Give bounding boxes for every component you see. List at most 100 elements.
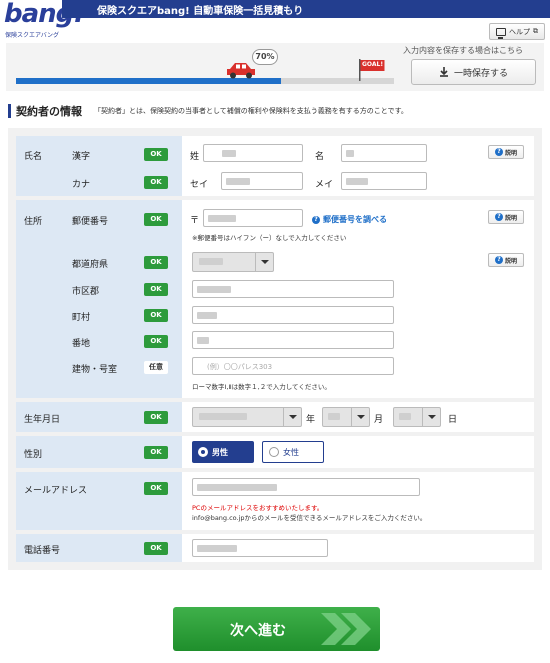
ok-badge: OK — [144, 256, 168, 269]
phone-input[interactable] — [192, 539, 328, 557]
address-label: 住所 — [24, 217, 43, 227]
chevron-down-icon — [422, 408, 440, 426]
banchi-label: 番地 — [72, 339, 91, 349]
progress-bar — [16, 78, 394, 84]
save-hint: 入力内容を保存する場合はこちら — [403, 46, 523, 55]
header: bang! 保険スクエアバング 保険スクエアbang! 自動車保険一括見積もり … — [0, 0, 550, 42]
goal-flag-icon: GOAL! — [358, 57, 386, 81]
prefecture-label: 都道府県 — [72, 260, 109, 270]
ok-badge: OK — [144, 542, 168, 555]
building-placeholder: (例）〇〇パレス303 — [207, 363, 273, 371]
email-row: メールアドレス OK PCのメールアドレスをおすすめいたします。 info@ba… — [16, 472, 534, 530]
month-label: 月 — [374, 415, 384, 425]
address-row: 住所 郵便番号 OK 〒 ? 郵便番号を調べる ※郵便番号はハイフン（ー）なしで… — [16, 200, 534, 398]
ok-badge: OK — [144, 482, 168, 495]
prefecture-explain-button[interactable]: ? 説明 — [488, 253, 524, 267]
postal-lookup-label: 郵便番号を調べる — [323, 215, 387, 224]
birth-era-select[interactable] — [192, 407, 302, 427]
gender-male-radio[interactable]: 男性 — [192, 441, 254, 463]
ok-badge: OK — [144, 335, 168, 348]
section-title: 契約者の情報 — [16, 105, 82, 118]
email-input[interactable] — [192, 478, 420, 496]
car-icon — [227, 63, 255, 79]
logo-subtext: 保険スクエアバング — [5, 32, 60, 39]
mei-kanji-input[interactable] — [341, 144, 427, 162]
chevron-down-icon — [283, 408, 301, 426]
town-input[interactable] — [192, 306, 394, 324]
address-explain-button[interactable]: ? 説明 — [488, 210, 524, 224]
birth-row: 生年月日 OK 年 月 日 — [16, 402, 534, 432]
kanji-label: 漢字 — [72, 152, 91, 162]
explain-label: 説明 — [504, 149, 517, 157]
chevron-down-icon — [255, 253, 273, 271]
ok-badge: OK — [144, 213, 168, 226]
banchi-input[interactable] — [192, 331, 394, 349]
kana-label: カナ — [72, 180, 91, 190]
ok-badge: OK — [144, 176, 168, 189]
female-label: 女性 — [283, 447, 299, 457]
sei-kana-input[interactable] — [221, 172, 303, 190]
goal-label: GOAL! — [362, 61, 384, 68]
city-input[interactable] — [192, 280, 394, 298]
day-label: 日 — [448, 415, 458, 425]
postal-note: ※郵便番号はハイフン（ー）なしで入力してください — [192, 234, 347, 242]
name-explain-button[interactable]: ? 説明 — [488, 145, 524, 159]
mei-kanji-label: 名 — [315, 152, 325, 162]
radio-unselected-icon — [269, 447, 279, 457]
temp-save-label: 一時保存する — [453, 68, 508, 79]
birth-month-select[interactable] — [322, 407, 370, 427]
email-note-receive: info@bang.co.jpからのメールを受信できるメールアドレスをご入力くだ… — [192, 514, 427, 522]
birth-day-select[interactable] — [393, 407, 441, 427]
radio-selected-icon — [198, 447, 208, 457]
ok-badge: OK — [144, 446, 168, 459]
phone-row: 電話番号 OK — [16, 534, 534, 562]
ok-badge: OK — [144, 309, 168, 322]
logo[interactable]: bang! 保険スクエアバング — [4, 0, 85, 39]
contractor-form: 氏名 漢字 OK カナ OK 姓 名 セイ メイ ? 説明 住所 郵便番号 OK… — [8, 128, 542, 570]
building-label: 建物・号室 — [72, 365, 118, 375]
question-icon: ? — [494, 148, 503, 156]
external-link-icon: ⧉ — [533, 27, 538, 35]
postal-mark: 〒 — [190, 216, 200, 226]
building-input[interactable]: (例）〇〇パレス303 — [192, 357, 394, 375]
year-label: 年 — [306, 415, 316, 425]
prefecture-select[interactable] — [192, 252, 274, 272]
postal-label: 郵便番号 — [72, 217, 109, 227]
double-chevron-right-icon — [321, 613, 371, 645]
section-header: 契約者の情報 「契約者」とは、保険契約の当事者として補償の権利や保険料を支払う義… — [8, 103, 548, 119]
name-row: 氏名 漢字 OK カナ OK 姓 名 セイ メイ ? 説明 — [16, 136, 534, 196]
phone-label: 電話番号 — [24, 546, 61, 556]
building-note: ローマ数字Ⅰ,Ⅱは数字１,２で入力してください。 — [192, 383, 331, 391]
chevron-down-icon — [351, 408, 369, 426]
postal-lookup-link[interactable]: ? 郵便番号を調べる — [312, 214, 387, 225]
postal-input[interactable] — [203, 209, 303, 227]
male-label: 男性 — [212, 447, 228, 457]
city-label: 市区郡 — [72, 287, 100, 297]
help-label: ヘルプ — [509, 27, 530, 36]
mei-kana-label: メイ — [315, 180, 334, 190]
gender-row: 性別 OK 男性 女性 — [16, 436, 534, 468]
name-label: 氏名 — [24, 152, 43, 162]
email-label: メールアドレス — [24, 486, 88, 496]
next-button[interactable]: 次へ進む — [173, 607, 380, 651]
ok-badge: OK — [144, 283, 168, 296]
question-icon: ? — [312, 215, 320, 224]
mei-kana-input[interactable] — [341, 172, 427, 190]
ok-badge: OK — [144, 411, 168, 424]
temp-save-button[interactable]: 一時保存する — [411, 59, 536, 85]
help-button[interactable]: ヘルプ ⧉ — [489, 23, 545, 40]
download-icon — [439, 67, 448, 77]
progress-area: 70% GOAL! 入力内容を保存する場合はこちら 一時保存する — [6, 43, 544, 91]
optional-badge: 任意 — [144, 361, 168, 374]
explain-label: 説明 — [504, 257, 517, 265]
gender-label: 性別 — [24, 450, 43, 460]
header-bar: 保険スクエアbang! 自動車保険一括見積もり — [62, 0, 550, 18]
monitor-icon — [496, 27, 506, 39]
email-note-recommend: PCのメールアドレスをおすすめいたします。 — [192, 504, 324, 512]
question-icon: ? — [494, 213, 503, 221]
page-title: 保険スクエアbang! 自動車保険一括見積もり — [97, 6, 304, 17]
sei-kanji-input[interactable] — [203, 144, 303, 162]
question-icon: ? — [494, 256, 503, 264]
section-description: 「契約者」とは、保険契約の当事者として補償の権利や保険料を支払う義務を有する方の… — [94, 107, 408, 115]
gender-female-radio[interactable]: 女性 — [262, 441, 324, 463]
